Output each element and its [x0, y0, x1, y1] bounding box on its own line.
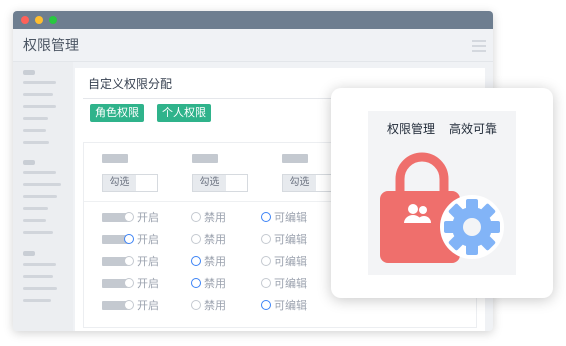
radio-circle-icon — [191, 300, 201, 310]
page-title: 自定义权限分配 — [88, 77, 173, 91]
radio-label: 可编辑 — [274, 299, 307, 312]
sidebar-item[interactable] — [23, 275, 53, 278]
lock-users-icon — [380, 152, 504, 263]
radio-option-editable[interactable]: 可编辑 — [261, 233, 307, 246]
sidebar-item[interactable] — [23, 231, 53, 234]
radio-label: 开启 — [137, 211, 159, 224]
radio-option-editable[interactable]: 可编辑 — [261, 211, 307, 224]
sidebar-group-header — [23, 160, 35, 165]
radio-circle-icon — [124, 256, 134, 266]
sidebar-group-header — [23, 251, 35, 256]
slogan-permission-management: 权限管理 — [386, 122, 435, 136]
window-titlebar — [13, 11, 493, 29]
radio-label: 开启 — [137, 233, 159, 246]
radio-label: 开启 — [137, 277, 159, 290]
radio-option-disabled[interactable]: 禁用 — [191, 277, 226, 290]
radio-option-disabled[interactable]: 禁用 — [191, 211, 226, 224]
radio-option-open[interactable]: 开启 — [124, 211, 159, 224]
radio-label: 禁用 — [204, 299, 226, 312]
radio-circle-icon — [191, 212, 201, 222]
radio-circle-icon — [124, 278, 134, 288]
tab-personal-permissions[interactable]: 个人权限 — [157, 104, 211, 122]
sidebar-item[interactable] — [23, 171, 56, 174]
radio-label: 开启 — [137, 299, 159, 312]
radio-circle-icon — [261, 212, 271, 222]
tab-role-permissions[interactable]: 角色权限 — [90, 104, 144, 122]
radio-label: 禁用 — [204, 255, 226, 268]
header-divider — [13, 61, 493, 62]
sidebar-item[interactable] — [23, 299, 51, 302]
sidebar-item[interactable] — [23, 117, 48, 120]
radio-label: 禁用 — [204, 211, 226, 224]
sidebar-item[interactable] — [23, 93, 53, 96]
radio-option-open[interactable]: 开启 — [124, 233, 159, 246]
sidebar-group-header — [23, 70, 35, 75]
column-check-toggle[interactable]: 勾选 — [282, 174, 338, 192]
radio-circle-icon — [261, 234, 271, 244]
check-label: 勾选 — [283, 175, 316, 191]
radio-option-disabled[interactable]: 禁用 — [191, 233, 226, 246]
radio-option-editable[interactable]: 可编辑 — [261, 255, 307, 268]
radio-label: 可编辑 — [274, 277, 307, 290]
column-check-toggle[interactable]: 勾选 — [192, 174, 248, 192]
slogan-efficient-reliable: 高效可靠 — [449, 122, 498, 136]
column-header — [102, 154, 128, 163]
gear-icon — [440, 195, 504, 259]
radio-option-open[interactable]: 开启 — [124, 277, 159, 290]
radio-circle-icon — [191, 256, 201, 266]
lock-shackle — [395, 152, 449, 193]
radio-option-editable[interactable]: 可编辑 — [261, 277, 307, 290]
minimize-window-button[interactable] — [35, 16, 43, 24]
menu-icon[interactable] — [472, 40, 486, 55]
feature-illustration: 权限管理 高效可靠 — [368, 111, 516, 275]
sidebar-item[interactable] — [23, 81, 56, 84]
radio-label: 可编辑 — [274, 255, 307, 268]
check-label: 勾选 — [103, 175, 136, 191]
column-check-toggle[interactable]: 勾选 — [102, 174, 158, 192]
radio-label: 禁用 — [204, 277, 226, 290]
radio-circle-icon — [124, 212, 134, 222]
sidebar-item[interactable] — [23, 263, 56, 266]
radio-circle-icon — [261, 278, 271, 288]
close-window-button[interactable] — [21, 16, 29, 24]
feature-slogan: 权限管理 高效可靠 — [368, 120, 516, 137]
radio-label: 开启 — [137, 255, 159, 268]
feature-popover: 权限管理 高效可靠 — [331, 88, 553, 298]
sidebar — [13, 62, 73, 331]
radio-circle-icon — [191, 278, 201, 288]
maximize-window-button[interactable] — [49, 16, 57, 24]
radio-label: 禁用 — [204, 233, 226, 246]
sidebar-item[interactable] — [23, 105, 56, 108]
radio-circle-icon — [191, 234, 201, 244]
check-label: 勾选 — [193, 175, 226, 191]
sidebar-item[interactable] — [23, 129, 46, 132]
sidebar-item[interactable] — [23, 141, 49, 144]
radio-circle-icon — [261, 300, 271, 310]
radio-circle-icon — [124, 234, 134, 244]
radio-option-open[interactable]: 开启 — [124, 255, 159, 268]
radio-circle-icon — [261, 256, 271, 266]
radio-option-open[interactable]: 开启 — [124, 299, 159, 312]
sidebar-item[interactable] — [23, 287, 57, 290]
app-title: 权限管理 — [23, 38, 79, 54]
sidebar-item[interactable] — [23, 183, 61, 186]
radio-option-editable[interactable]: 可编辑 — [261, 299, 307, 312]
sidebar-item[interactable] — [23, 207, 48, 210]
radio-circle-icon — [124, 300, 134, 310]
radio-label: 可编辑 — [274, 211, 307, 224]
sidebar-item[interactable] — [23, 219, 46, 222]
column-header — [282, 154, 308, 163]
radio-option-disabled[interactable]: 禁用 — [191, 299, 226, 312]
column-header — [192, 154, 218, 163]
radio-label: 可编辑 — [274, 233, 307, 246]
radio-option-disabled[interactable]: 禁用 — [191, 255, 226, 268]
sidebar-item[interactable] — [23, 195, 57, 198]
